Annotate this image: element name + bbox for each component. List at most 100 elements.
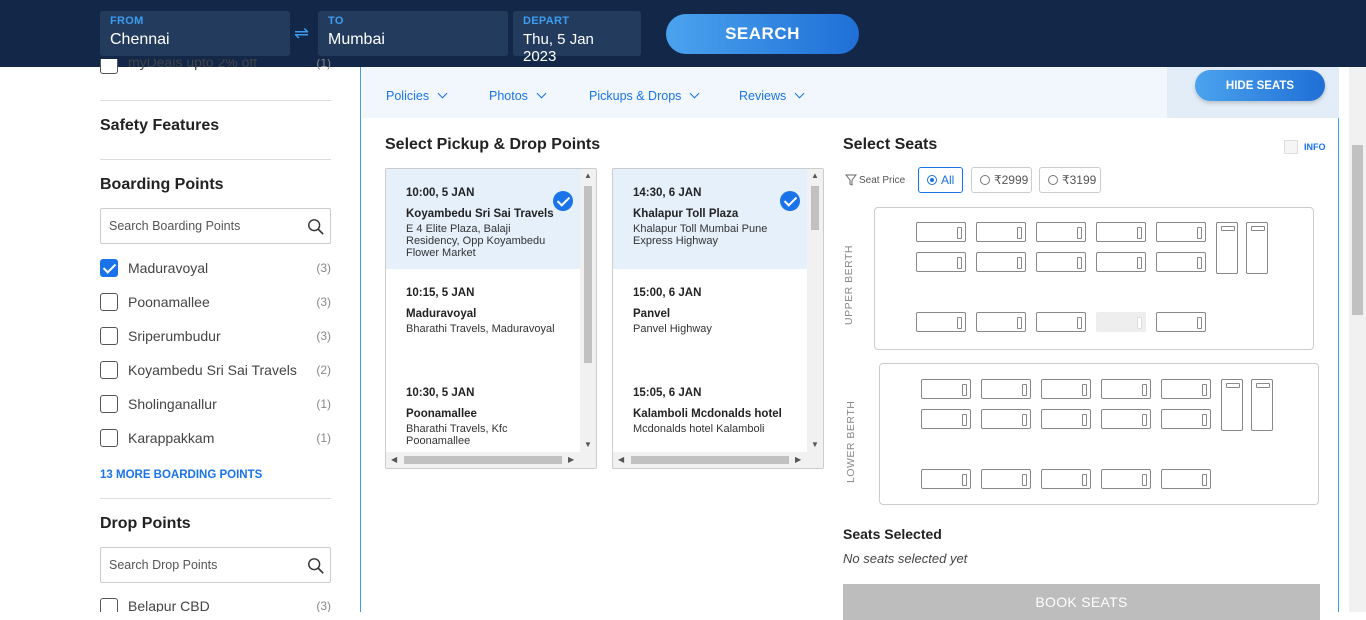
deals-checkbox[interactable] bbox=[100, 59, 118, 74]
sleeper-seat[interactable] bbox=[1101, 379, 1151, 399]
scroll-up-icon[interactable]: ▲ bbox=[584, 171, 592, 180]
to-field[interactable]: TO Mumbai bbox=[318, 11, 508, 56]
sleeper-seat[interactable] bbox=[916, 222, 966, 242]
sleeper-seat[interactable] bbox=[1036, 252, 1086, 272]
tab-reviews[interactable]: Reviews bbox=[739, 88, 805, 103]
drop-point-item[interactable]: 14:30, 6 JAN Khalapur Toll Plaza Khalapu… bbox=[613, 169, 807, 269]
drop-address: Khalapur Toll Mumbai Pune Express Highwa… bbox=[633, 223, 768, 247]
sleeper-seat[interactable] bbox=[1101, 469, 1151, 489]
safety-features-title[interactable]: Safety Features bbox=[100, 117, 219, 135]
scroll-thumb[interactable] bbox=[631, 456, 789, 464]
boarding-option[interactable]: Poonamallee (3) bbox=[100, 292, 331, 312]
depart-field[interactable]: DEPART Thu, 5 Jan 2023 bbox=[513, 11, 641, 65]
more-boarding-points-link[interactable]: 13 MORE BOARDING POINTS bbox=[100, 469, 262, 481]
sleeper-seat-vertical[interactable] bbox=[1251, 379, 1273, 431]
tab-photos[interactable]: Photos bbox=[489, 88, 547, 103]
sleeper-seat[interactable] bbox=[1161, 469, 1211, 489]
hide-seats-button[interactable]: HIDE SEATS bbox=[1195, 70, 1325, 101]
sleeper-seat[interactable] bbox=[981, 469, 1031, 489]
boarding-option[interactable]: Koyambedu Sri Sai Travels (2) bbox=[100, 360, 331, 380]
scroll-up-icon[interactable]: ▲ bbox=[811, 171, 819, 180]
scroll-down-icon[interactable]: ▼ bbox=[811, 440, 819, 449]
search-icon[interactable] bbox=[307, 557, 325, 575]
drop-search-input[interactable]: Search Drop Points bbox=[100, 547, 331, 583]
scroll-left-icon[interactable]: ◀ bbox=[391, 455, 397, 464]
pickup-time: 10:00, 5 JAN bbox=[406, 187, 475, 199]
sleeper-seat[interactable] bbox=[1101, 409, 1151, 429]
sleeper-seat[interactable] bbox=[1156, 312, 1206, 332]
price-filter-all[interactable]: All bbox=[918, 167, 963, 193]
sleeper-seat[interactable] bbox=[921, 409, 971, 429]
sleeper-seat[interactable] bbox=[1156, 222, 1206, 242]
sleeper-seat[interactable] bbox=[981, 409, 1031, 429]
horizontal-scrollbar[interactable]: ◀ ▶ bbox=[613, 452, 823, 468]
boarding-option-label: Karappakkam bbox=[128, 430, 215, 446]
sleeper-seat[interactable] bbox=[916, 252, 966, 272]
from-label: FROM bbox=[110, 15, 144, 27]
sleeper-seat[interactable] bbox=[981, 379, 1031, 399]
boarding-checkbox[interactable] bbox=[100, 361, 118, 379]
drop-point-item[interactable]: 15:00, 6 JAN Panvel Panvel Highway bbox=[613, 269, 807, 369]
boarding-checkbox[interactable] bbox=[100, 429, 118, 447]
boarding-search-input[interactable]: Search Boarding Points bbox=[100, 208, 331, 244]
scroll-down-icon[interactable]: ▼ bbox=[584, 440, 592, 449]
to-label: TO bbox=[328, 15, 344, 27]
sleeper-seat[interactable] bbox=[1161, 379, 1211, 399]
sleeper-seat[interactable] bbox=[921, 469, 971, 489]
scroll-right-icon[interactable]: ▶ bbox=[568, 455, 574, 464]
scroll-thumb[interactable] bbox=[811, 186, 819, 230]
boarding-checkbox[interactable] bbox=[100, 293, 118, 311]
boarding-option[interactable]: Sholinganallur (1) bbox=[100, 394, 331, 414]
sleeper-seat[interactable] bbox=[1036, 312, 1086, 332]
sleeper-seat-vertical[interactable] bbox=[1246, 222, 1268, 274]
boarding-option[interactable]: Karappakkam (1) bbox=[100, 428, 331, 448]
price-filter-2999[interactable]: ₹2999 bbox=[971, 167, 1032, 193]
sleeper-seat[interactable] bbox=[921, 379, 971, 399]
sleeper-seat[interactable] bbox=[1041, 379, 1091, 399]
pickup-point-item[interactable]: 10:00, 5 JAN Koyambedu Sri Sai Travels E… bbox=[386, 169, 580, 269]
sleeper-seat[interactable] bbox=[1041, 409, 1091, 429]
book-seats-button[interactable]: BOOK SEATS bbox=[843, 584, 1320, 620]
search-icon[interactable] bbox=[307, 218, 325, 236]
price-filter-3199[interactable]: ₹3199 bbox=[1039, 167, 1101, 193]
scroll-thumb[interactable] bbox=[1352, 145, 1363, 315]
boarding-checkbox[interactable] bbox=[100, 327, 118, 345]
scroll-left-icon[interactable]: ◀ bbox=[618, 455, 624, 464]
pickup-point-item[interactable]: 10:15, 5 JAN Maduravoyal Bharathi Travel… bbox=[386, 269, 580, 369]
sleeper-seat[interactable] bbox=[916, 312, 966, 332]
sleeper-seat[interactable] bbox=[976, 222, 1026, 242]
drop-points-title: Drop Points bbox=[100, 515, 191, 532]
vertical-scrollbar[interactable]: ▲ ▼ bbox=[580, 169, 596, 453]
sleeper-seat[interactable] bbox=[976, 312, 1026, 332]
scroll-thumb[interactable] bbox=[584, 186, 592, 363]
scroll-thumb[interactable] bbox=[404, 456, 562, 464]
boarding-checkbox[interactable] bbox=[100, 395, 118, 413]
drop-option[interactable]: Belapur CBD (3) bbox=[100, 597, 331, 612]
pickup-address: Bharathi Travels, Kfc Poonamallee bbox=[406, 423, 508, 447]
sleeper-seat[interactable] bbox=[976, 252, 1026, 272]
from-field[interactable]: FROM Chennai bbox=[100, 11, 290, 56]
sleeper-seat[interactable] bbox=[1156, 252, 1206, 272]
sleeper-seat[interactable] bbox=[1036, 222, 1086, 242]
horizontal-scrollbar[interactable]: ◀ ▶ bbox=[386, 452, 596, 468]
sleeper-seat-vertical[interactable] bbox=[1216, 222, 1238, 274]
boarding-option[interactable]: Sriperumbudur (3) bbox=[100, 326, 331, 346]
page-scrollbar[interactable] bbox=[1349, 67, 1366, 612]
tab-pickups-drops[interactable]: Pickups & Drops bbox=[589, 88, 700, 103]
sleeper-seat[interactable] bbox=[1096, 222, 1146, 242]
scroll-right-icon[interactable]: ▶ bbox=[795, 455, 801, 464]
vertical-scrollbar[interactable]: ▲ ▼ bbox=[807, 169, 823, 453]
search-button[interactable]: SEARCH bbox=[666, 14, 859, 54]
deals-filter[interactable]: myDeals upto 2% off (1) bbox=[100, 59, 331, 79]
drop-checkbox[interactable] bbox=[100, 598, 118, 612]
boarding-checkbox[interactable] bbox=[100, 259, 118, 277]
sleeper-seat[interactable] bbox=[1041, 469, 1091, 489]
info-label[interactable]: INFO bbox=[1304, 142, 1326, 152]
boarding-option[interactable]: Maduravoyal (3) bbox=[100, 258, 331, 278]
info-checkbox[interactable] bbox=[1284, 140, 1298, 154]
tab-policies[interactable]: Policies bbox=[386, 88, 448, 103]
swap-icon[interactable]: ⇌ bbox=[294, 23, 309, 44]
sleeper-seat[interactable] bbox=[1096, 252, 1146, 272]
sleeper-seat[interactable] bbox=[1161, 409, 1211, 429]
sleeper-seat-vertical[interactable] bbox=[1221, 379, 1243, 431]
